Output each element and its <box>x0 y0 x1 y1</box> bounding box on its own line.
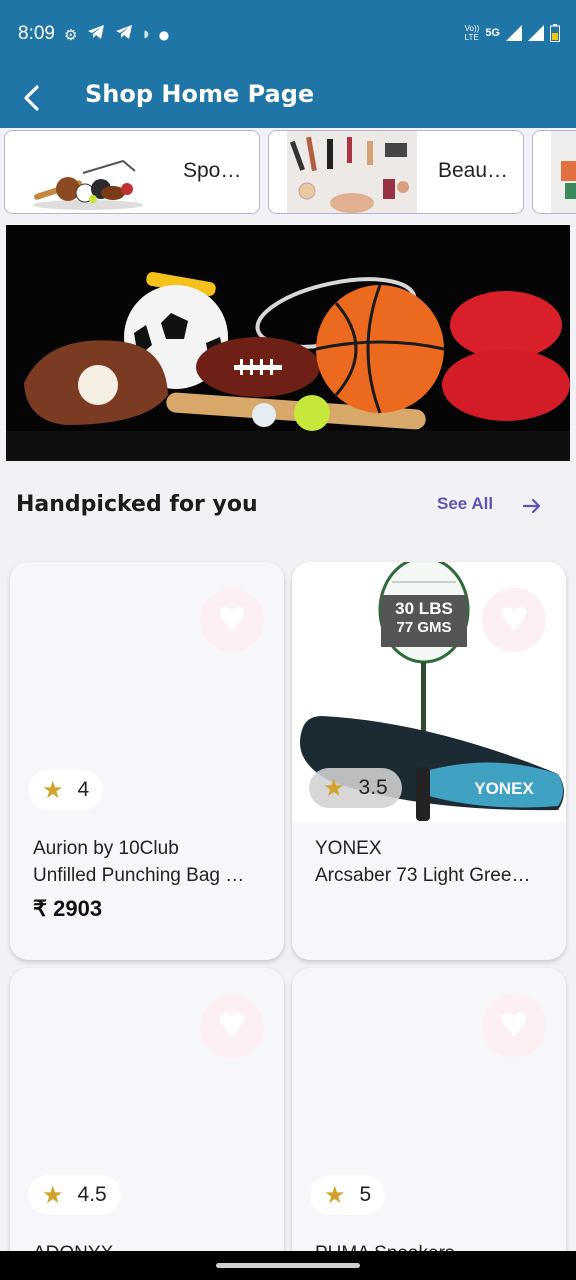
favorite-button[interactable]: ♥ <box>200 994 264 1058</box>
product-card[interactable]: ♥ ★ 4.5 ADONYX <box>10 968 284 1268</box>
category-label: Spo… <box>183 159 242 182</box>
rating-badge: ★ 4.5 <box>28 1175 121 1215</box>
product-name: Arcsaber 73 Light Gree… <box>315 865 531 886</box>
product-price: ₹ 2903 <box>33 896 103 921</box>
status-time: 8:09 <box>18 23 55 44</box>
page-title: Shop Home Page <box>85 80 315 108</box>
telegram-icon <box>87 24 105 45</box>
product-card[interactable]: ♥ ★ 4 Aurion by 10Club Unfilled Punching… <box>10 562 284 960</box>
heart-icon: ♥ <box>498 1006 530 1046</box>
lte-label: LTE <box>464 33 479 42</box>
category-label: Beau… <box>438 159 509 182</box>
app-bar: Shop Home Page <box>0 66 576 128</box>
heart-icon: ♥ <box>216 600 248 640</box>
status-notification-icons: ⚙ ◗ ● <box>64 24 169 45</box>
gifts-image <box>551 131 576 213</box>
rating-badge: ★ 5 <box>310 1175 386 1215</box>
arrow-right-icon[interactable] <box>521 495 543 517</box>
category-strip[interactable]: Spo… Beau… <box>0 128 576 224</box>
rating-badge: ★ 4 <box>28 770 104 810</box>
chevron-left-icon <box>24 85 39 111</box>
volte-label: Vo)) <box>464 24 480 33</box>
category-card-gifts[interactable] <box>532 130 576 214</box>
rating-badge: ★ 3.5 <box>309 768 402 808</box>
rating-value: 5 <box>359 1183 372 1206</box>
star-icon: ★ <box>42 776 64 804</box>
product-brand: YONEX <box>315 838 382 859</box>
product-name: Unfilled Punching Bag … <box>33 865 245 886</box>
status-bar: 8:09 ⚙ ◗ ● Vo)) LTE 5G <box>0 0 576 66</box>
rating-value: 4.5 <box>77 1183 107 1206</box>
category-card-beauty[interactable]: Beau… <box>268 130 524 214</box>
product-card[interactable]: 30 LBS 77 GMS YONEX ♥ ★ 3.5 YONEX Arcsab… <box>292 562 566 960</box>
star-icon: ★ <box>323 774 345 802</box>
star-icon: ★ <box>324 1181 346 1209</box>
banner-image <box>6 225 570 461</box>
notification-icon: ◗ <box>143 28 149 40</box>
signal-icon <box>506 25 522 41</box>
rating-value: 4 <box>77 778 90 801</box>
star-icon: ★ <box>42 1181 64 1209</box>
beauty-products-image <box>287 131 417 213</box>
sports-equipment-image <box>33 159 143 210</box>
back-button[interactable] <box>12 78 52 118</box>
home-gesture-handle[interactable] <box>216 1263 360 1268</box>
favorite-button[interactable]: ♥ <box>200 588 264 652</box>
heart-icon: ♥ <box>498 600 530 640</box>
signal-icon <box>528 25 544 41</box>
settings-gear-icon: ⚙ <box>64 25 78 44</box>
product-brand: Aurion by 10Club <box>33 838 179 859</box>
system-navigation-bar <box>0 1251 576 1280</box>
battery-icon <box>550 24 560 42</box>
status-system-icons: Vo)) LTE 5G <box>465 24 560 42</box>
product-card[interactable]: ♥ ★ 5 PUMA Sneakers <box>292 968 566 1268</box>
telegram-icon <box>115 24 133 45</box>
section-title: Handpicked for you <box>16 492 258 517</box>
sports-equipment-banner[interactable] <box>6 225 570 461</box>
favorite-button[interactable]: ♥ <box>482 994 546 1058</box>
dot-icon: ● <box>158 27 170 42</box>
category-card-sports[interactable]: Spo… <box>4 130 260 214</box>
yonex-logo-text: YONEX <box>474 779 534 798</box>
network-type: 5G <box>485 27 500 39</box>
favorite-button[interactable]: ♥ <box>482 588 546 652</box>
heart-icon: ♥ <box>216 1006 248 1046</box>
racket-weight-text: 77 GMS <box>396 619 451 636</box>
see-all-link[interactable]: See All <box>437 494 493 514</box>
racket-tension-text: 30 LBS <box>395 599 453 618</box>
rating-value: 3.5 <box>358 776 388 799</box>
